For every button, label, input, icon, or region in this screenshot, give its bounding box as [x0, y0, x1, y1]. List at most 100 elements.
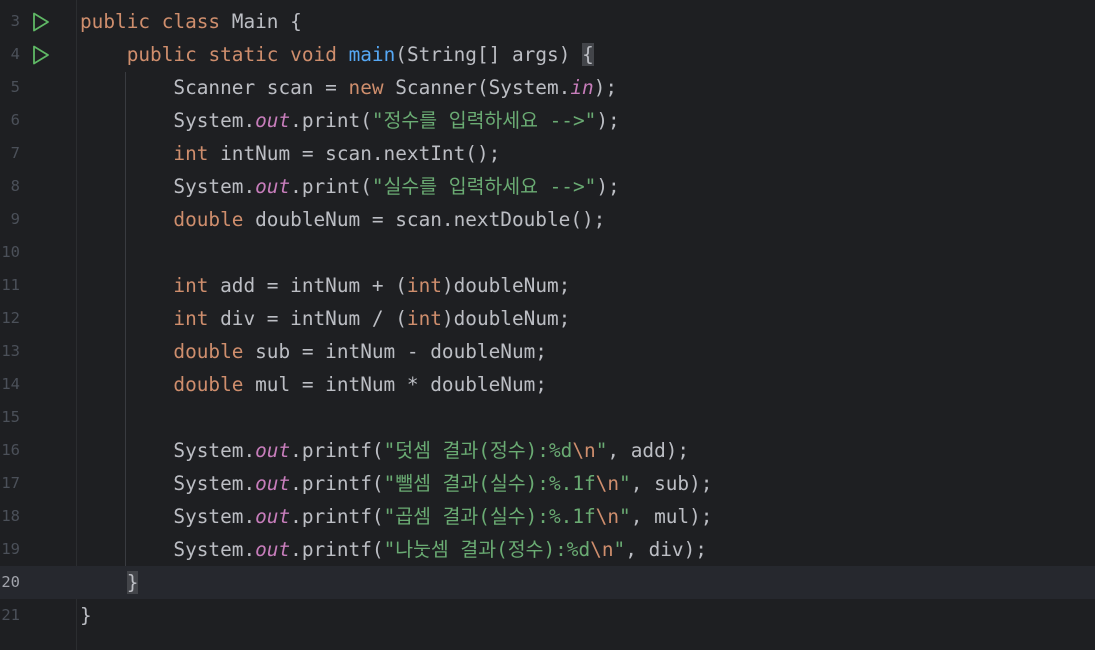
code-token: Scanner(System. [383, 76, 571, 99]
code-token: "정수를 입력하세요 -->" [371, 109, 597, 132]
indent-guide [125, 72, 126, 566]
code-text[interactable]: System.out.printf("덧셈 결과(정수):%d\n", add)… [80, 434, 689, 467]
code-token: .printf( [290, 439, 384, 462]
code-token: System. [80, 439, 256, 462]
code-token: )doubleNum; [441, 307, 571, 330]
code-token: \n [595, 472, 620, 495]
code-text[interactable]: System.out.print("실수를 입력하세요 -->"); [80, 170, 620, 203]
code-token: System. [80, 175, 256, 198]
code-line[interactable]: 17 System.out.printf("뺄셈 결과(실수):%.1f\n",… [0, 467, 1095, 500]
code-token: System. [80, 472, 256, 495]
code-token: public [80, 10, 151, 33]
code-text[interactable]: double doubleNum = scan.nextDouble(); [80, 203, 605, 236]
code-line[interactable]: 10 [0, 236, 1095, 269]
code-text[interactable]: System.out.printf("곱셈 결과(실수):%.1f\n", mu… [80, 500, 712, 533]
code-token: ); [596, 175, 620, 198]
code-text[interactable]: int div = intNum / (int)doubleNum; [80, 302, 570, 335]
line-number: 14 [1, 375, 20, 393]
code-text[interactable]: Scanner scan = new Scanner(System.in); [80, 71, 617, 104]
code-token: , mul); [630, 505, 713, 528]
code-text[interactable]: int add = intNum + (int)doubleNum; [80, 269, 570, 302]
code-line[interactable]: 7 int intNum = scan.nextInt(); [0, 137, 1095, 170]
code-line[interactable]: 21} [0, 599, 1095, 632]
code-line[interactable]: 12 int div = intNum / (int)doubleNum; [0, 302, 1095, 335]
code-line[interactable]: 14 double mul = intNum * doubleNum; [0, 368, 1095, 401]
code-token: (String[] args) [395, 43, 583, 66]
code-text[interactable]: } [80, 566, 139, 599]
code-token: \n [590, 538, 614, 561]
code-token: public [126, 43, 197, 66]
code-token: Scanner scan = [80, 76, 349, 99]
code-line[interactable]: 4 public static void main(String[] args)… [0, 38, 1095, 71]
code-line[interactable]: 9 double doubleNum = scan.nextDouble(); [0, 203, 1095, 236]
code-text[interactable]: public class Main { [80, 5, 302, 38]
code-text[interactable]: int intNum = scan.nextInt(); [80, 137, 500, 170]
code-token: .print( [290, 109, 372, 132]
line-number: 6 [10, 111, 20, 129]
code-token: int [173, 274, 209, 297]
code-token: .printf( [290, 472, 384, 495]
code-token: static [208, 43, 279, 66]
code-token: new [348, 76, 384, 99]
code-line[interactable]: 6 System.out.print("정수를 입력하세요 -->"); [0, 104, 1095, 137]
run-icon[interactable] [32, 45, 50, 65]
code-token: out [255, 175, 291, 198]
code-text[interactable]: double mul = intNum * doubleNum; [80, 368, 547, 401]
code-token: "덧셈 결과(정수):%d [383, 439, 573, 462]
code-text[interactable]: System.out.printf("나눗셈 결과(정수):%d\n", div… [80, 533, 707, 566]
code-token: double [173, 340, 244, 363]
code-line[interactable]: 15 [0, 401, 1095, 434]
line-number: 4 [10, 45, 20, 63]
code-text[interactable]: double sub = intNum - doubleNum; [80, 335, 547, 368]
code-token: in [570, 76, 594, 99]
line-number: 11 [1, 276, 20, 294]
code-token: \n [595, 505, 620, 528]
code-token: sub = intNum - doubleNum; [243, 340, 547, 363]
code-token: .printf( [290, 538, 384, 561]
code-token: " [595, 439, 608, 462]
code-token: out [255, 538, 291, 561]
code-token: System. [80, 109, 256, 132]
line-number: 12 [1, 309, 20, 327]
code-token: "뺄셈 결과(실수):%.1f [383, 472, 596, 495]
code-line[interactable]: 3 public class Main { [0, 5, 1095, 38]
code-token: "곱셈 결과(실수):%.1f [383, 505, 596, 528]
code-token: add = intNum + ( [208, 274, 407, 297]
code-token: "나눗셈 결과(정수):%d [383, 538, 591, 561]
code-text[interactable]: System.out.print("정수를 입력하세요 -->"); [80, 104, 620, 137]
code-token: , div); [625, 538, 707, 561]
matched-brace: } [126, 571, 139, 594]
code-token: int [173, 142, 209, 165]
code-text[interactable]: } [80, 599, 92, 632]
code-token: \n [572, 439, 596, 462]
code-token: System. [80, 538, 256, 561]
code-token: out [255, 505, 291, 528]
code-token: out [255, 472, 291, 495]
code-token: " [619, 472, 631, 495]
code-line[interactable]: 18 System.out.printf("곱셈 결과(실수):%.1f\n",… [0, 500, 1095, 533]
code-text[interactable]: public static void main(String[] args) { [80, 38, 594, 71]
code-line[interactable]: 19 System.out.printf("나눗셈 결과(정수):%d\n", … [0, 533, 1095, 566]
code-line[interactable]: 16 System.out.printf("덧셈 결과(정수):%d\n", a… [0, 434, 1095, 467]
code-line[interactable]: 8 System.out.print("실수를 입력하세요 -->"); [0, 170, 1095, 203]
code-token: ); [593, 76, 618, 99]
line-number: 5 [10, 78, 20, 96]
line-number: 13 [1, 342, 20, 360]
code-line[interactable]: 5 Scanner scan = new Scanner(System.in); [0, 71, 1095, 104]
code-line[interactable]: 11 int add = intNum + (int)doubleNum; [0, 269, 1095, 302]
code-token: out [255, 439, 291, 462]
code-line[interactable]: 20 } [0, 566, 1095, 599]
code-editor[interactable]: 3 public class Main {4 public static void… [0, 0, 1095, 650]
code-line[interactable]: 13 double sub = intNum - doubleNum; [0, 335, 1095, 368]
code-token: div = intNum / ( [208, 307, 407, 330]
code-token: out [255, 109, 291, 132]
code-text[interactable]: System.out.printf("뺄셈 결과(실수):%.1f\n", su… [80, 467, 712, 500]
code-token: ); [596, 109, 620, 132]
code-token: System. [80, 505, 256, 528]
code-token: doubleNum = scan.nextDouble(); [243, 208, 606, 231]
run-icon[interactable] [32, 12, 50, 32]
